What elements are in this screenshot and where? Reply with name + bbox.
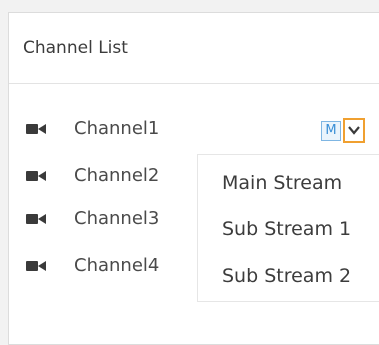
channel-label: Channel4 [74, 255, 160, 276]
panel-divider [9, 83, 379, 84]
stream-dropdown-menu: Main Stream Sub Stream 1 Sub Stream 2 [197, 154, 379, 302]
stream-dropdown-toggle[interactable] [343, 118, 365, 143]
channel-label: Channel1 [74, 118, 160, 139]
channel-label: Channel3 [74, 208, 160, 229]
menu-item-sub-stream-1[interactable]: Sub Stream 1 [222, 216, 351, 242]
chevron-down-icon [348, 126, 360, 135]
menu-item-sub-stream-2[interactable]: Sub Stream 2 [222, 263, 351, 289]
camera-icon [26, 171, 46, 181]
channel-label: Channel2 [74, 165, 160, 186]
camera-icon [26, 261, 46, 271]
camera-icon [26, 124, 46, 134]
menu-item-main-stream[interactable]: Main Stream [222, 170, 342, 196]
main-stream-badge[interactable]: M [321, 121, 341, 141]
camera-icon [26, 214, 46, 224]
panel-title: Channel List [23, 38, 128, 58]
